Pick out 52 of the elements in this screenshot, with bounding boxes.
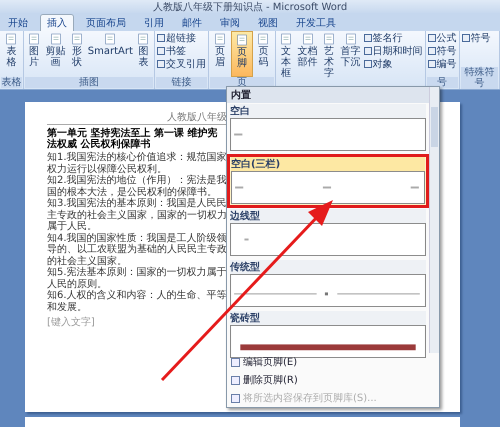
paragraph: 知3.我国宪法的基本原则：我国是人民民主专政的社会主义国家，国家的一切权力属于人民。: [47, 198, 227, 232]
group-label: 号: [426, 77, 458, 88]
gallery-header: 内置: [227, 87, 429, 103]
menu-item[interactable]: 删除页脚(R): [227, 371, 439, 389]
ribbon-tab[interactable]: 页面布局: [80, 14, 132, 31]
ribbon-tab[interactable]: 开始: [2, 14, 34, 31]
gallery-item[interactable]: 传统型: [227, 259, 429, 310]
group-label: 插图: [24, 77, 153, 88]
ribbon-tab[interactable]: 开发工具: [290, 14, 342, 31]
ribbon-button[interactable]: 签名行: [362, 31, 424, 44]
ribbon-button[interactable]: 编号: [426, 57, 458, 70]
ribbon-button[interactable]: 表格: [1, 31, 22, 77]
ribbon-button[interactable]: 书签: [156, 44, 207, 57]
ribbon-tab[interactable]: 审阅: [214, 14, 246, 31]
paragraph: 知1.我国宪法的核心价值追求：规范国家权力运行以保障公民权利。: [47, 152, 227, 174]
ribbon-button[interactable]: 艺术字: [320, 31, 339, 77]
ribbon-button[interactable]: 首字下沉: [338, 31, 363, 77]
heading: 第一单元 坚持宪法至上 第一课 维护宪法权威 公民权利保障书: [47, 128, 218, 150]
ribbon-button[interactable]: 形状: [68, 31, 87, 77]
group-label: 表格: [1, 77, 22, 88]
ribbon-button[interactable]: 符号: [426, 44, 458, 57]
ribbon-button[interactable]: 交叉引用: [156, 57, 207, 70]
ribbon-tab[interactable]: 邮件: [176, 14, 208, 31]
ribbon-button[interactable]: 符号: [460, 31, 492, 44]
ribbon-button[interactable]: 对象: [362, 57, 424, 70]
group-label: 链接: [156, 77, 207, 88]
ribbon-button[interactable]: SmartArt: [86, 31, 134, 77]
gallery-item[interactable]: 空白: [227, 103, 429, 154]
paragraph: 知4.我国的国家性质：我国是工人阶级领导的、以工农联盟为基础的人民民主专政的社会主义国家。: [47, 232, 227, 266]
ribbon-button[interactable]: 图表: [134, 31, 153, 77]
paragraph: 知6.人权的含义和内容：人的生命、平等和发展。: [47, 290, 227, 313]
scrollbar[interactable]: [429, 87, 439, 353]
ribbon-button[interactable]: 页脚: [230, 31, 254, 77]
ribbon-button[interactable]: 页码: [253, 31, 274, 77]
ribbon-button[interactable]: 超链接: [156, 31, 207, 44]
paragraph: 知5.宪法基本原则：国家的一切权力属于人民的原则。: [47, 267, 227, 290]
ribbon-button[interactable]: 页眉: [210, 31, 230, 77]
paragraph: 知2.我国宪法的地位（作用）：宪法是我国的根本大法，是公民权利的保障书。: [47, 175, 227, 198]
ribbon-button[interactable]: 图片: [24, 31, 44, 77]
group-label: 特殊符号: [460, 67, 498, 89]
ribbon-button[interactable]: 文本框: [276, 31, 296, 77]
ribbon-button[interactable]: 公式: [426, 31, 458, 44]
footer-text: [键入文字]: [47, 316, 96, 329]
ribbon-button[interactable]: 剪贴画: [44, 31, 68, 77]
window-title: 人教版八年级下册知识点 - Microsoft Word: [152, 0, 348, 14]
ribbon-button[interactable]: 日期和时间: [362, 44, 424, 57]
ribbon-tab[interactable]: 视图: [252, 14, 284, 31]
ribbon-tab[interactable]: 插入: [40, 14, 74, 31]
ribbon-tab[interactable]: 引用: [138, 14, 170, 31]
gallery-item[interactable]: 边线型: [227, 208, 429, 259]
ribbon-button[interactable]: 文档部件: [296, 31, 320, 77]
gallery-item[interactable]: 空白(三栏): [227, 154, 429, 208]
